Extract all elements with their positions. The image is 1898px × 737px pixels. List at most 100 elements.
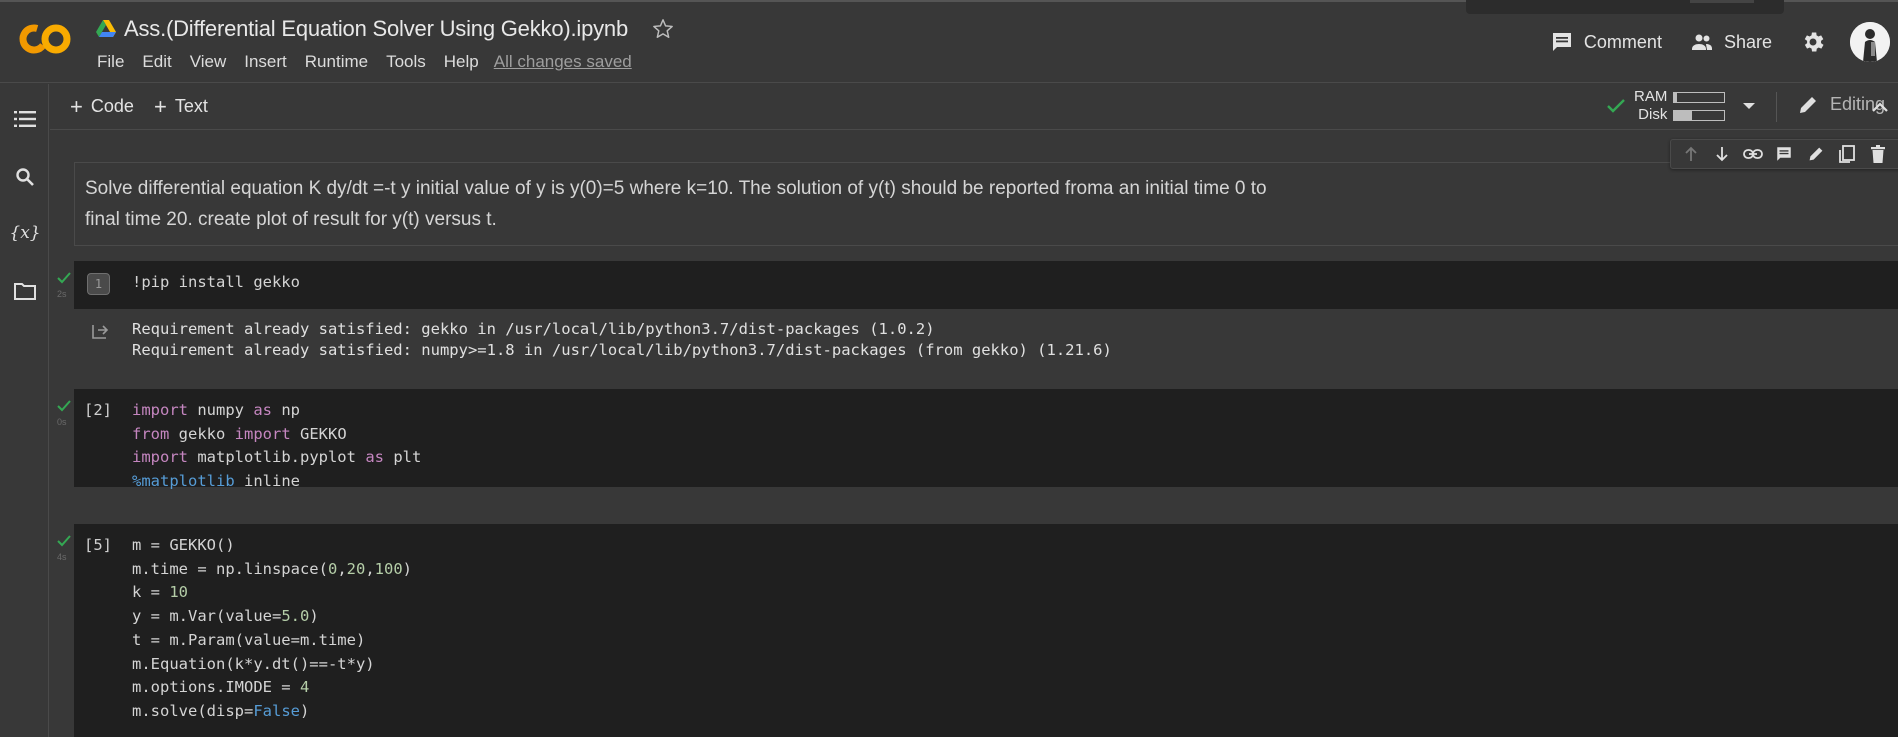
exec-time: 4s	[57, 552, 67, 562]
cell-output: Requirement already satisfied: gekko in …	[74, 309, 1898, 369]
floating-panel	[1466, 0, 1784, 14]
code-line: m.Equation(k*y.dt()==-t*y)	[132, 654, 375, 673]
app-header: Ass.(Differential Equation Solver Using …	[0, 0, 1898, 83]
output-text: Requirement already satisfied: gekko in …	[132, 319, 1112, 361]
comment-icon	[1777, 147, 1792, 161]
edit-icon	[1809, 147, 1823, 161]
arrow-up-icon	[1684, 146, 1697, 161]
people-icon	[1691, 34, 1712, 50]
code-line: t = m.Param(value=m.time)	[132, 630, 366, 649]
add-text-button[interactable]: + Text	[154, 93, 208, 119]
menu-bar: File Edit View Insert Runtime Tools Help…	[88, 52, 632, 72]
code-line: import matplotlib.pyplot as plt	[132, 448, 422, 467]
folder-icon	[14, 283, 36, 300]
notebook-area: Solve differential equation K dy/dt =-t …	[50, 131, 1898, 737]
left-sidebar: {x}	[0, 84, 49, 737]
menu-help[interactable]: Help	[435, 52, 488, 72]
avatar[interactable]	[1850, 22, 1890, 62]
check-icon	[1607, 99, 1625, 113]
menu-file[interactable]: File	[88, 52, 133, 72]
colab-logo[interactable]	[18, 20, 72, 58]
check-icon	[57, 272, 71, 284]
add-comment-button[interactable]	[1773, 143, 1795, 165]
files-button[interactable]	[12, 278, 38, 304]
chevron-down-icon[interactable]	[1743, 103, 1756, 109]
mirror-cell-button[interactable]	[1836, 143, 1858, 165]
disk-label: Disk	[1638, 106, 1668, 123]
toc-icon	[14, 111, 36, 127]
comment-icon	[1552, 33, 1571, 51]
plus-icon: +	[70, 93, 83, 119]
menu-runtime[interactable]: Runtime	[296, 52, 377, 72]
edit-cell-button[interactable]	[1805, 143, 1827, 165]
code-line: m.solve(disp=False)	[132, 701, 310, 720]
plus-icon: +	[154, 93, 167, 119]
star-icon[interactable]	[652, 18, 674, 40]
resources-widget[interactable]: RAM Disk	[1606, 88, 1756, 124]
cell-toolbar	[1670, 139, 1898, 169]
move-up-button[interactable]	[1680, 143, 1702, 165]
toc-button[interactable]	[12, 106, 38, 132]
text-cell-line: Solve differential equation K dy/dt =-t …	[85, 178, 1267, 199]
search-button[interactable]	[12, 164, 38, 190]
comment-label: Comment	[1583, 31, 1662, 52]
code-cell[interactable]: 4s [5] m = GEKKO() m.time = np.linspace(0…	[57, 524, 1898, 737]
arrow-down-icon	[1716, 147, 1728, 162]
chevron-up-icon[interactable]	[1868, 96, 1892, 118]
share-button[interactable]: Share	[1690, 30, 1772, 54]
ram-usage-bar	[1673, 91, 1726, 103]
delete-cell-button[interactable]	[1867, 143, 1889, 165]
delete-icon	[1871, 145, 1886, 163]
code-cell[interactable]: 0s [2] import numpy as np from gekko impo…	[57, 389, 1898, 490]
text-cell[interactable]: Solve differential equation K dy/dt =-t …	[74, 162, 1898, 246]
check-icon	[57, 400, 71, 412]
code-line: m = GEKKO()	[132, 536, 235, 554]
code-line: m.time = np.linspace(0,20,100)	[132, 559, 413, 578]
add-code-button[interactable]: + Code	[70, 93, 134, 119]
variables-button[interactable]: {x}	[9, 220, 41, 246]
share-label: Share	[1723, 31, 1772, 52]
exec-prompt[interactable]: [5]	[84, 536, 112, 554]
output-line: Requirement already satisfied: numpy>=1.…	[132, 341, 1112, 359]
save-status-link[interactable]: All changes saved	[494, 52, 632, 72]
code-editor[interactable]: import numpy as np from gekko import GEKK…	[132, 399, 421, 494]
exec-count: 1	[94, 277, 103, 291]
gear-icon[interactable]	[1800, 29, 1826, 55]
menu-edit[interactable]: Edit	[133, 52, 180, 72]
code-line: m.options.IMODE = 4	[132, 678, 310, 697]
output-icon[interactable]	[90, 321, 110, 341]
add-text-label: Text	[174, 96, 208, 116]
notebook-title[interactable]: Ass.(Differential Equation Solver Using …	[124, 16, 628, 42]
menu-insert[interactable]: Insert	[235, 52, 296, 72]
mirror-cell-icon	[1838, 145, 1855, 163]
menu-tools[interactable]: Tools	[377, 52, 435, 72]
run-cell-button[interactable]: 1	[87, 273, 110, 295]
code-line: %matplotlib inline	[132, 472, 300, 491]
toolbar-divider	[1776, 92, 1777, 122]
link-icon	[1743, 149, 1764, 159]
exec-time: 2s	[57, 289, 67, 299]
text-cell-line: final time 20. create plot of result for…	[85, 209, 497, 230]
move-down-button[interactable]	[1711, 143, 1733, 165]
link-button[interactable]	[1742, 143, 1764, 165]
notebook-toolbar: + Code + Text RAM Disk Editing	[50, 84, 1898, 130]
variables-icon: {x}	[9, 223, 41, 243]
code-line: y = m.Var(value=5.0)	[132, 607, 319, 626]
code-editor[interactable]: !pip install gekko	[132, 271, 300, 295]
pencil-icon	[1800, 96, 1816, 113]
comment-button[interactable]: Comment	[1550, 30, 1662, 54]
code-cell[interactable]: 2s 1 !pip install gekko	[57, 261, 1898, 309]
code-editor[interactable]: m = GEKKO() m.time = np.linspace(0,20,100…	[132, 534, 412, 724]
google-drive-icon[interactable]	[96, 20, 116, 38]
exec-prompt[interactable]: [2]	[84, 401, 112, 419]
menu-view[interactable]: View	[181, 52, 236, 72]
exec-time: 0s	[57, 417, 67, 427]
code-line: k = 10	[132, 583, 188, 602]
ram-label: RAM	[1634, 88, 1668, 105]
check-icon	[57, 535, 71, 547]
code-line: from gekko import GEKKO	[132, 424, 347, 443]
code-line: import numpy as np	[132, 401, 300, 419]
code-line: !pip install gekko	[132, 273, 300, 291]
search-icon	[16, 168, 34, 186]
disk-usage-bar	[1673, 109, 1726, 121]
